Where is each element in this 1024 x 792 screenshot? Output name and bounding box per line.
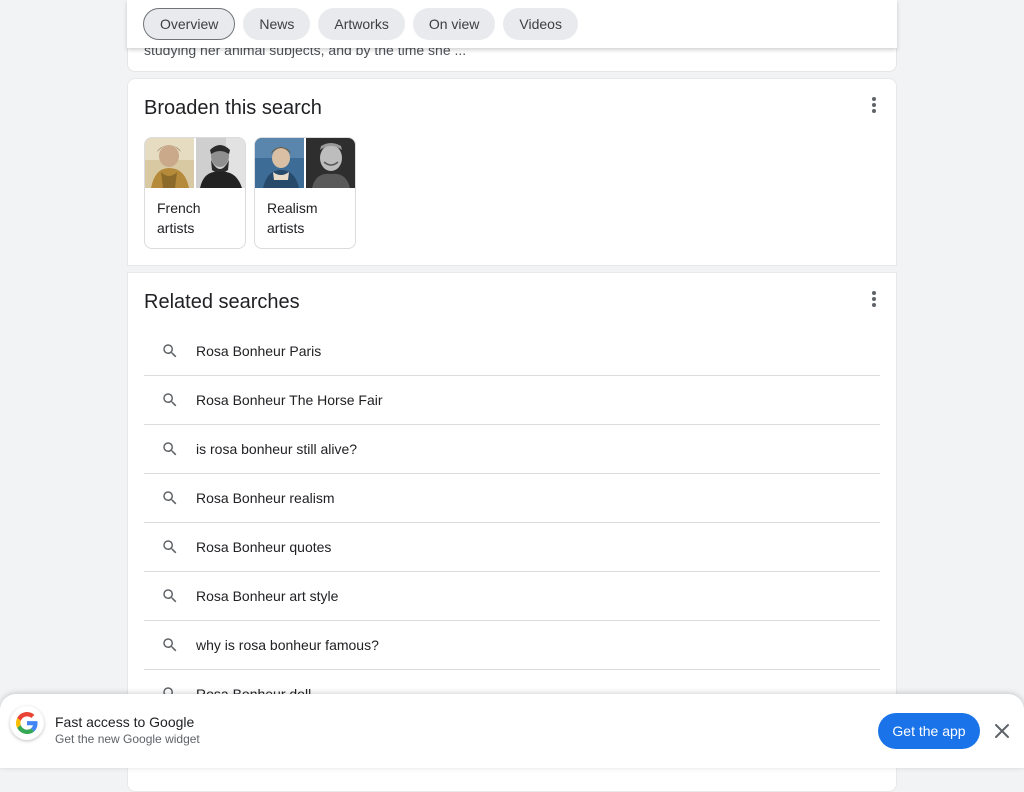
tab-videos[interactable]: Videos bbox=[503, 8, 578, 40]
related-search-text: Rosa Bonheur Paris bbox=[196, 343, 322, 359]
topic-label: Realism artists bbox=[267, 200, 318, 236]
close-icon bbox=[995, 724, 1009, 738]
portrait-thumbnail bbox=[306, 138, 355, 188]
topic-tabs: Overview News Artworks On view Videos bbox=[143, 8, 578, 40]
related-title: Related searches bbox=[144, 291, 300, 313]
related-search-text: Rosa Bonheur The Horse Fair bbox=[196, 392, 383, 408]
banner-subtitle: Get the new Google widget bbox=[55, 732, 200, 746]
topic-card-realism-artists[interactable]: Realism artists bbox=[254, 137, 356, 249]
related-search-text: is rosa bonheur still alive? bbox=[196, 441, 358, 457]
related-search-item[interactable]: Rosa Bonheur The Horse Fair bbox=[144, 376, 880, 425]
google-g-logo-icon bbox=[10, 706, 44, 740]
banner-title: Fast access to Google bbox=[55, 714, 195, 730]
tab-on-view[interactable]: On view bbox=[412, 8, 496, 40]
topic-label: French artists bbox=[157, 200, 201, 236]
search-icon bbox=[144, 587, 196, 605]
more-vert-icon bbox=[872, 97, 876, 101]
topic-tabs-bar: Overview News Artworks On view Videos bbox=[127, 0, 897, 48]
related-search-item[interactable]: Rosa Bonheur Paris bbox=[144, 327, 880, 376]
related-search-item[interactable]: why is rosa bonheur famous? bbox=[144, 621, 880, 670]
broaden-more-options-button[interactable] bbox=[866, 95, 882, 119]
broaden-title: Broaden this search bbox=[144, 97, 322, 119]
related-search-text: why is rosa bonheur famous? bbox=[196, 637, 379, 653]
close-banner-button[interactable] bbox=[990, 719, 1014, 743]
topic-thumbnails bbox=[145, 138, 245, 188]
search-icon bbox=[144, 440, 196, 458]
topic-card-french-artists[interactable]: French artists bbox=[144, 137, 246, 249]
tab-overview[interactable]: Overview bbox=[143, 8, 236, 40]
related-search-text: Rosa Bonheur quotes bbox=[196, 539, 332, 555]
related-search-item[interactable]: Rosa Bonheur art style bbox=[144, 572, 880, 621]
broaden-search-card: Broaden this search French artists Reali… bbox=[127, 78, 897, 266]
related-search-text: Rosa Bonheur art style bbox=[196, 588, 339, 604]
topic-thumbnails bbox=[255, 138, 355, 188]
search-icon bbox=[144, 342, 196, 360]
related-search-item[interactable]: Rosa Bonheur quotes bbox=[144, 523, 880, 572]
search-icon bbox=[144, 391, 196, 409]
portrait-thumbnail bbox=[255, 138, 304, 188]
related-search-item[interactable]: Rosa Bonheur realism bbox=[144, 474, 880, 523]
portrait-thumbnail bbox=[196, 138, 245, 188]
search-icon bbox=[144, 636, 196, 654]
related-search-text: Rosa Bonheur realism bbox=[196, 490, 335, 506]
search-icon bbox=[144, 538, 196, 556]
related-searches-list: Rosa Bonheur Paris Rosa Bonheur The Hors… bbox=[144, 327, 880, 719]
more-vert-icon bbox=[872, 291, 876, 295]
search-icon bbox=[144, 489, 196, 507]
tab-artworks[interactable]: Artworks bbox=[318, 8, 405, 40]
get-the-app-button[interactable]: Get the app bbox=[878, 713, 980, 749]
app-promo-banner: Fast access to Google Get the new Google… bbox=[0, 694, 1024, 768]
related-more-options-button[interactable] bbox=[866, 289, 882, 313]
portrait-thumbnail bbox=[145, 138, 194, 188]
tab-news[interactable]: News bbox=[243, 8, 311, 40]
related-search-item[interactable]: is rosa bonheur still alive? bbox=[144, 425, 880, 474]
